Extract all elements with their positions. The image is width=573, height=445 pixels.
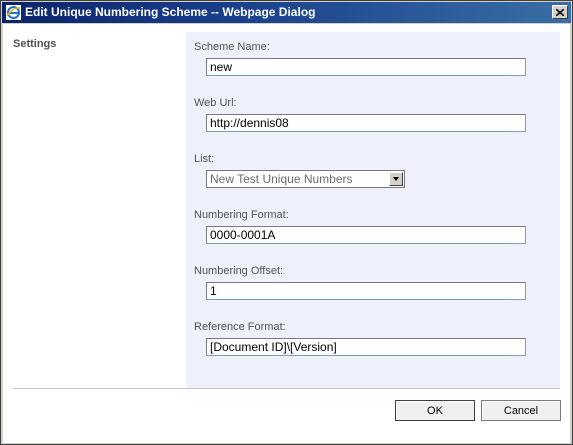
cancel-button[interactable]: Cancel <box>481 400 561 421</box>
footer-divider <box>13 388 560 389</box>
list-label: List: <box>194 153 215 165</box>
ie-icon <box>6 5 21 20</box>
web-url-input[interactable] <box>206 114 526 132</box>
scheme-name-label: Scheme Name: <box>194 41 270 53</box>
settings-form: Scheme Name: Web Url: List: New Test Uni… <box>186 32 560 388</box>
reference-format-input[interactable] <box>206 338 526 356</box>
list-select-value: New Test Unique Numbers <box>210 172 353 186</box>
dialog-window: Edit Unique Numbering Scheme -- Webpage … <box>0 0 573 445</box>
close-icon <box>556 8 564 16</box>
section-title-settings: Settings <box>13 38 57 50</box>
numbering-offset-input[interactable] <box>206 282 526 300</box>
section-column: Settings <box>3 24 186 388</box>
window-title: Edit Unique Numbering Scheme -- Webpage … <box>25 5 316 19</box>
web-url-label: Web Url: <box>194 97 237 109</box>
close-button[interactable] <box>552 5 568 19</box>
chevron-down-icon[interactable] <box>389 172 403 186</box>
list-select[interactable]: New Test Unique Numbers <box>206 170 405 188</box>
reference-format-label: Reference Format: <box>194 321 286 333</box>
scheme-name-input[interactable] <box>206 58 526 76</box>
numbering-offset-label: Numbering Offset: <box>194 265 284 277</box>
ok-button[interactable]: OK <box>395 400 475 421</box>
numbering-format-label: Numbering Format: <box>194 209 289 221</box>
numbering-format-input[interactable] <box>206 226 526 244</box>
title-bar[interactable]: Edit Unique Numbering Scheme -- Webpage … <box>2 2 571 23</box>
dialog-content: Settings Scheme Name: Web Url: List: New… <box>3 24 570 443</box>
